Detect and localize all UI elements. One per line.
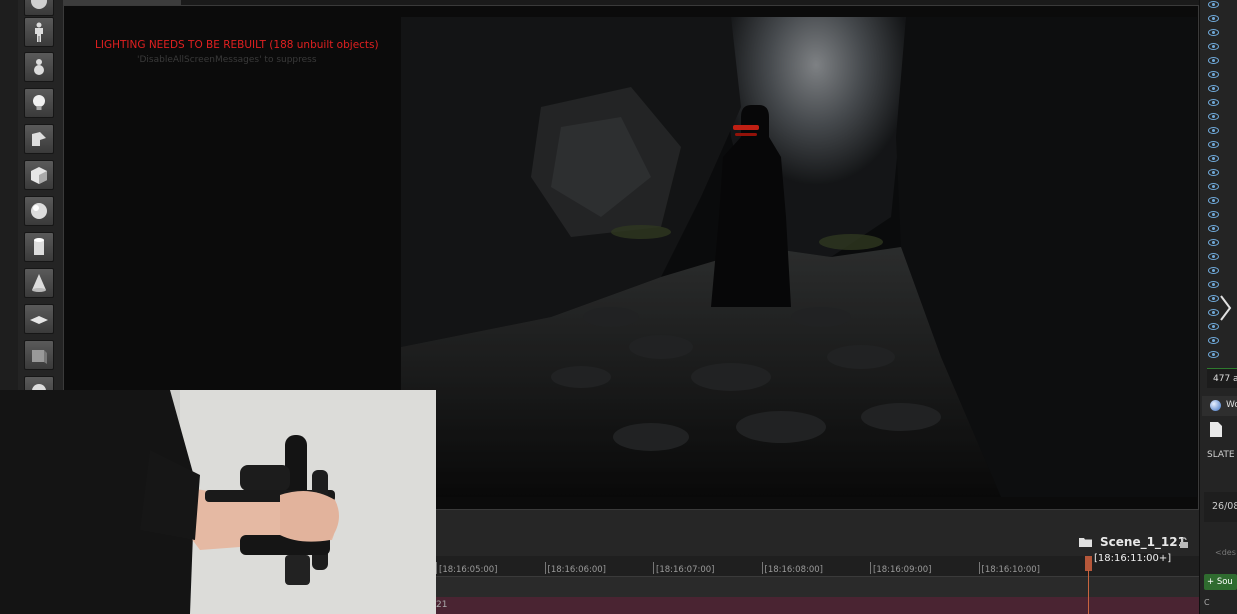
- eye-icon[interactable]: [1208, 29, 1219, 36]
- actor-icon[interactable]: [24, 0, 54, 16]
- eye-icon[interactable]: [1208, 351, 1219, 358]
- eye-icon[interactable]: [1208, 113, 1219, 120]
- ruler-tick: [761, 562, 763, 574]
- plane-icon[interactable]: [24, 304, 54, 334]
- ruler-tick-label: [18:16:10:00]: [981, 565, 1041, 575]
- eye-icon[interactable]: [1208, 71, 1219, 78]
- playhead-time: [18:16:11:00+]: [1094, 553, 1172, 564]
- playhead-handle[interactable]: [1085, 556, 1092, 571]
- track-row[interactable]: [436, 597, 1199, 614]
- eye-icon[interactable]: [1208, 267, 1219, 274]
- ruler-tick-label: [18:16:05:00]: [439, 565, 498, 575]
- eye-icon[interactable]: [1208, 211, 1219, 218]
- eye-icon[interactable]: [1208, 183, 1219, 190]
- sequence-name[interactable]: Scene_1_121: [1100, 535, 1186, 549]
- actor-count: 477 a: [1207, 368, 1237, 388]
- globe-icon: [1210, 400, 1221, 411]
- eye-icon[interactable]: [1208, 337, 1219, 344]
- webcam-overlay: [0, 390, 436, 614]
- track-label: 21: [436, 600, 448, 610]
- eye-icon[interactable]: [1208, 155, 1219, 162]
- track-area: [436, 577, 1199, 597]
- panel-footer: C: [1204, 598, 1210, 607]
- eye-icon[interactable]: [1208, 197, 1219, 204]
- eye-icon[interactable]: [1208, 169, 1219, 176]
- eye-icon[interactable]: [1208, 57, 1219, 64]
- description-placeholder[interactable]: <des: [1215, 548, 1236, 557]
- add-source-button[interactable]: + Sou: [1204, 574, 1237, 590]
- ruler-tick-label: [18:16:07:00]: [656, 565, 715, 575]
- lighting-warning: LIGHTING NEEDS TO BE REBUILT (188 unbuil…: [95, 39, 379, 51]
- cube-icon[interactable]: [24, 160, 54, 190]
- webcam-image: [0, 390, 436, 614]
- ruler-tick: [544, 562, 546, 574]
- screen-messages-hint: 'DisableAllScreenMessages' to suppress: [137, 55, 317, 65]
- ruler-tick-label: [18:16:06:00]: [547, 565, 607, 575]
- light-bulb-icon[interactable]: [24, 88, 54, 118]
- world-settings-tab[interactable]: Wo: [1202, 396, 1237, 416]
- eye-icon[interactable]: [1208, 127, 1219, 134]
- sphere-icon[interactable]: [24, 196, 54, 226]
- eye-icon[interactable]: [1208, 99, 1219, 106]
- chevron-right-icon[interactable]: [1218, 294, 1232, 322]
- cave-scene-image: [401, 17, 1197, 497]
- eye-icon[interactable]: [1208, 141, 1219, 148]
- eye-icon[interactable]: [1208, 281, 1219, 288]
- folder-icon: [1079, 538, 1092, 547]
- eye-icon[interactable]: [1208, 43, 1219, 50]
- cone-icon[interactable]: [24, 268, 54, 298]
- date-value: 26/08: [1212, 501, 1237, 512]
- eye-icon[interactable]: [1208, 85, 1219, 92]
- lock-icon[interactable]: [1179, 537, 1189, 548]
- document-icon[interactable]: [1210, 422, 1222, 437]
- eye-icon[interactable]: [1208, 225, 1219, 232]
- cylinder-icon[interactable]: [24, 232, 54, 262]
- ruler-tick-label: [18:16:08:00]: [764, 565, 824, 575]
- viewport-render: [401, 17, 1197, 497]
- ruler-tick: [436, 562, 437, 574]
- pawn-icon[interactable]: [24, 17, 54, 47]
- eye-icon[interactable]: [1208, 1, 1219, 8]
- playhead-line: [1088, 570, 1089, 614]
- trigger-icon[interactable]: [24, 124, 54, 154]
- eye-icon[interactable]: [1208, 15, 1219, 22]
- box-volume-icon[interactable]: [24, 340, 54, 370]
- ruler-tick: [653, 562, 654, 574]
- ruler-tick: [870, 562, 871, 574]
- eye-icon[interactable]: [1208, 323, 1219, 330]
- eye-icon[interactable]: [1208, 239, 1219, 246]
- character-icon[interactable]: [24, 52, 54, 82]
- add-source-label: Sou: [1216, 577, 1233, 587]
- world-tab-label: Wo: [1226, 400, 1237, 410]
- ruler-tick: [978, 562, 980, 574]
- toolbar-strip: [0, 0, 18, 390]
- ruler-tick-label: [18:16:09:00]: [873, 565, 932, 575]
- slate-label: SLATE: [1207, 450, 1235, 460]
- eye-icon[interactable]: [1208, 253, 1219, 260]
